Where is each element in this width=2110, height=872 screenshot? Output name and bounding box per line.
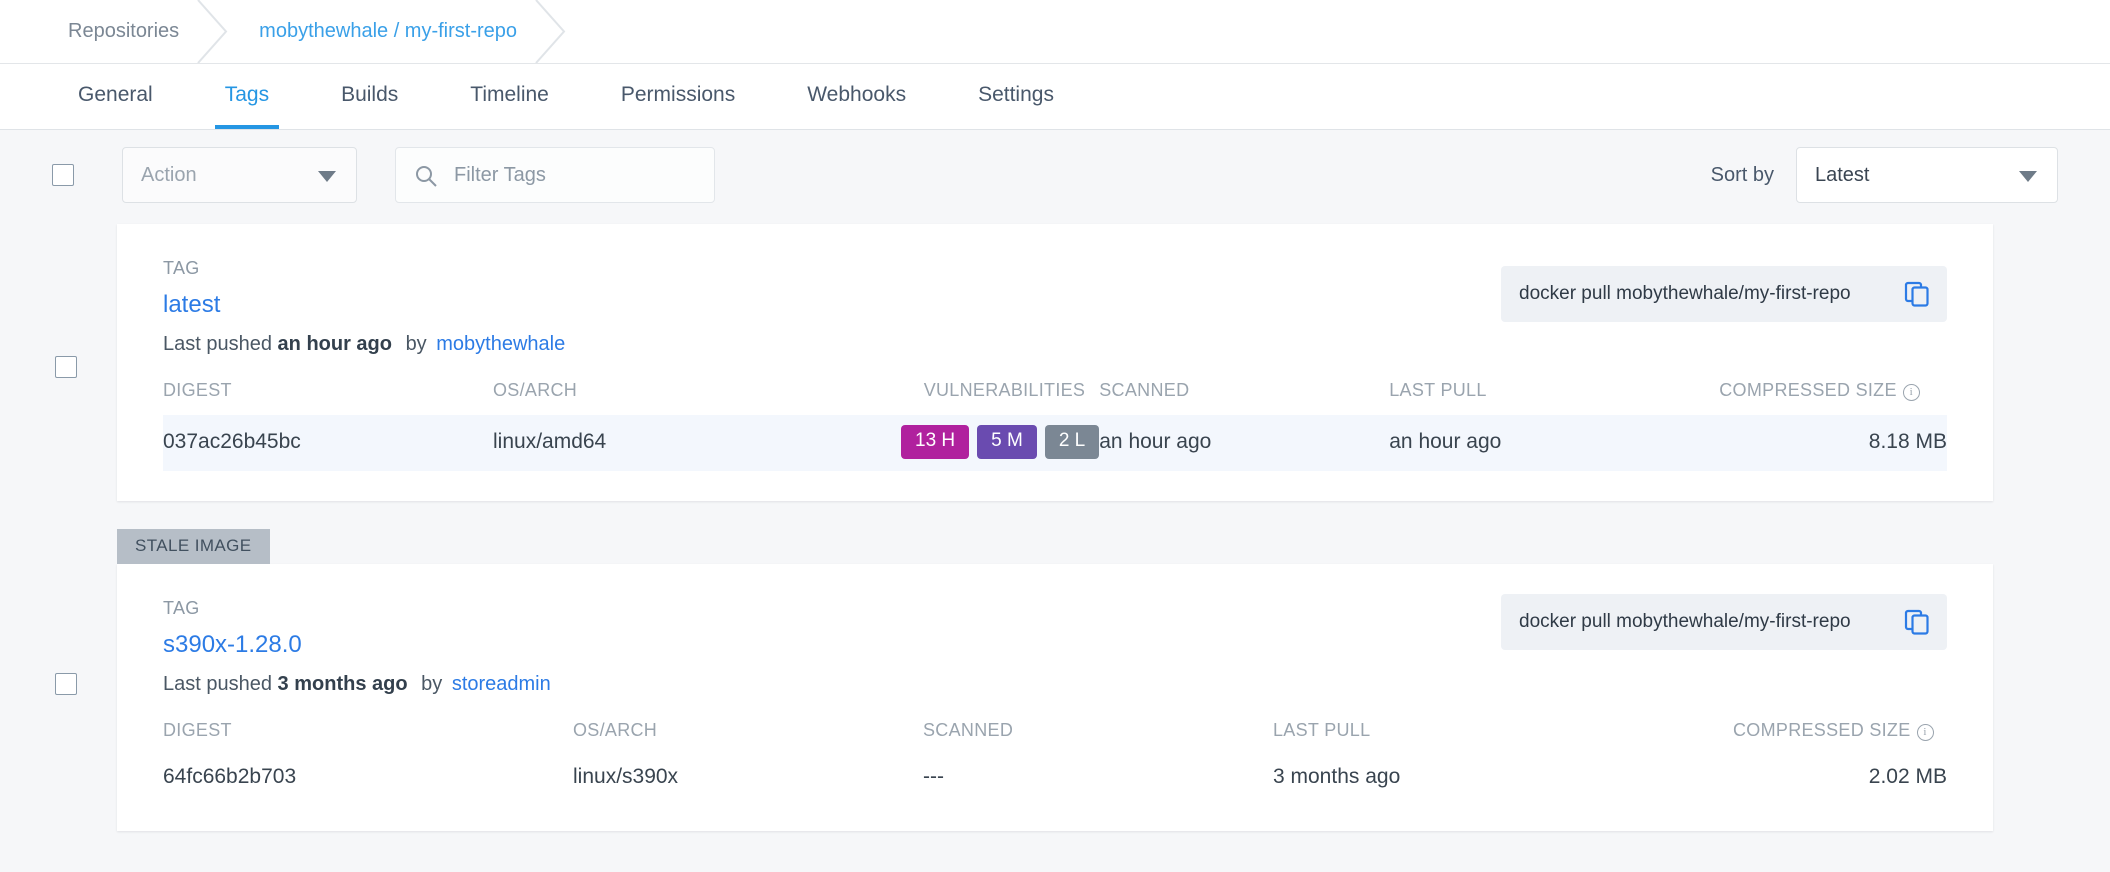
tab-bar: General Tags Builds Timeline Permissions… <box>0 64 2110 130</box>
cell-osarch: linux/amd64 <box>493 415 893 471</box>
col-compressed-size-label: COMPRESSED SIZE <box>1733 720 1911 740</box>
table-row: 037ac26b45bc linux/amd64 13 H 5 M 2 L an… <box>163 415 1947 471</box>
action-dropdown[interactable]: Action <box>122 147 357 203</box>
tab-label: Timeline <box>470 83 549 107</box>
breadcrumb: Repositories mobythewhale / my-first-rep… <box>0 0 2110 64</box>
col-scanned: SCANNED <box>1099 380 1389 415</box>
pushed-time: 3 months ago <box>278 673 408 695</box>
tag-card-latest: TAG latest Last pushed an hour ago by mo… <box>117 224 1993 501</box>
chevron-down-icon <box>2019 171 2037 182</box>
tag-images-table: DIGEST OS/ARCH SCANNED LAST PULL COMPRES… <box>163 720 1947 801</box>
search-input[interactable] <box>452 163 686 188</box>
cell-osarch: linux/s390x <box>573 755 923 801</box>
cell-compressed-size: 2.02 MB <box>1733 755 1947 801</box>
tab-settings[interactable]: Settings <box>968 64 1064 129</box>
breadcrumb-item-repo[interactable]: mobythewhale / my-first-repo <box>213 0 551 63</box>
cell-last-pull: an hour ago <box>1389 415 1719 471</box>
filter-tags-field[interactable] <box>395 147 715 203</box>
select-all-checkbox[interactable] <box>52 164 74 186</box>
col-digest: DIGEST <box>163 720 573 755</box>
tab-tags[interactable]: Tags <box>215 64 279 129</box>
col-compressed-size: COMPRESSED SIZE i <box>1733 720 1947 755</box>
tag-images-table: DIGEST OS/ARCH VULNERABILITIES SCANNED L… <box>163 380 1947 471</box>
tab-label: General <box>78 83 153 107</box>
pushed-by-word: by <box>406 333 427 355</box>
tag-select-checkbox[interactable] <box>55 356 77 378</box>
copy-icon[interactable] <box>1903 608 1931 641</box>
tag-row: TAG latest Last pushed an hour ago by mo… <box>0 224 2110 501</box>
cell-digest[interactable]: 64fc66b2b703 <box>163 755 573 801</box>
pushed-prefix: Last pushed <box>163 333 272 355</box>
table-header-row: DIGEST OS/ARCH VULNERABILITIES SCANNED L… <box>163 380 1947 415</box>
tab-label: Settings <box>978 83 1054 107</box>
tab-label: Permissions <box>621 83 735 107</box>
tab-general[interactable]: General <box>68 64 163 129</box>
breadcrumb-item-repositories[interactable]: Repositories <box>0 0 213 63</box>
col-vulnerabilities: VULNERABILITIES <box>893 380 1099 415</box>
stale-image-badge: STALE IMAGE <box>117 529 270 564</box>
tab-webhooks[interactable]: Webhooks <box>797 64 916 129</box>
table-row: 64fc66b2b703 linux/s390x --- 3 months ag… <box>163 755 1947 801</box>
cell-last-pull: 3 months ago <box>1273 755 1733 801</box>
docker-pull-box[interactable]: docker pull mobythewhale/my-first-repo <box>1501 594 1947 650</box>
vuln-badge-high: 13 H <box>901 425 969 459</box>
tag-pushed-info: Last pushed 3 months ago by storeadmin <box>163 673 1947 696</box>
col-last-pull: LAST PULL <box>1273 720 1733 755</box>
chevron-down-icon <box>318 171 336 182</box>
col-digest: DIGEST <box>163 380 493 415</box>
tab-label: Builds <box>341 83 398 107</box>
pushed-by-user-link[interactable]: storeadmin <box>452 673 551 695</box>
sort-controls: Sort by Latest <box>1711 147 2058 203</box>
cell-compressed-size: 8.18 MB <box>1719 415 1947 471</box>
tag-card-s390x: STALE IMAGE TAG s390x-1.28.0 Last pushed… <box>117 529 1993 831</box>
copy-icon[interactable] <box>1903 280 1931 313</box>
tab-permissions[interactable]: Permissions <box>611 64 745 129</box>
col-compressed-size: COMPRESSED SIZE i <box>1719 380 1947 415</box>
docker-pull-command: docker pull mobythewhale/my-first-repo <box>1519 283 1851 305</box>
pushed-prefix: Last pushed <box>163 673 272 695</box>
sort-by-label: Sort by <box>1711 164 1774 187</box>
col-last-pull: LAST PULL <box>1389 380 1719 415</box>
col-compressed-size-label: COMPRESSED SIZE <box>1719 380 1897 400</box>
cell-scanned: --- <box>923 755 1273 801</box>
docker-pull-command: docker pull mobythewhale/my-first-repo <box>1519 611 1851 633</box>
info-icon[interactable]: i <box>1903 384 1920 401</box>
cell-scanned: an hour ago <box>1099 415 1389 471</box>
tab-label: Webhooks <box>807 83 906 107</box>
sort-by-dropdown[interactable]: Latest <box>1796 147 2058 203</box>
tags-toolbar: Action Sort by Latest <box>0 130 2110 220</box>
info-icon[interactable]: i <box>1917 724 1934 741</box>
action-dropdown-label: Action <box>141 164 197 187</box>
col-osarch: OS/ARCH <box>493 380 893 415</box>
pushed-by-user-link[interactable]: mobythewhale <box>436 333 565 355</box>
sort-by-value: Latest <box>1815 164 1869 187</box>
tag-pushed-info: Last pushed an hour ago by mobythewhale <box>163 333 1947 356</box>
table-header-row: DIGEST OS/ARCH SCANNED LAST PULL COMPRES… <box>163 720 1947 755</box>
tag-row: STALE IMAGE TAG s390x-1.28.0 Last pushed… <box>0 529 2110 831</box>
tab-timeline[interactable]: Timeline <box>460 64 559 129</box>
cell-digest[interactable]: 037ac26b45bc <box>163 415 493 471</box>
pushed-time: an hour ago <box>278 333 392 355</box>
vuln-badge-low: 2 L <box>1045 425 1099 459</box>
pushed-by-word: by <box>421 673 442 695</box>
tab-builds[interactable]: Builds <box>331 64 408 129</box>
breadcrumb-label: mobythewhale / my-first-repo <box>259 20 517 43</box>
breadcrumb-label: Repositories <box>68 20 179 43</box>
tab-label: Tags <box>225 83 269 107</box>
col-scanned: SCANNED <box>923 720 1273 755</box>
tag-select-checkbox[interactable] <box>55 673 77 695</box>
docker-pull-box[interactable]: docker pull mobythewhale/my-first-repo <box>1501 266 1947 322</box>
chevron-right-icon <box>534 0 568 63</box>
cell-vulnerabilities: 13 H 5 M 2 L <box>893 415 1099 471</box>
col-osarch: OS/ARCH <box>573 720 923 755</box>
vuln-badge-medium: 5 M <box>977 425 1037 459</box>
